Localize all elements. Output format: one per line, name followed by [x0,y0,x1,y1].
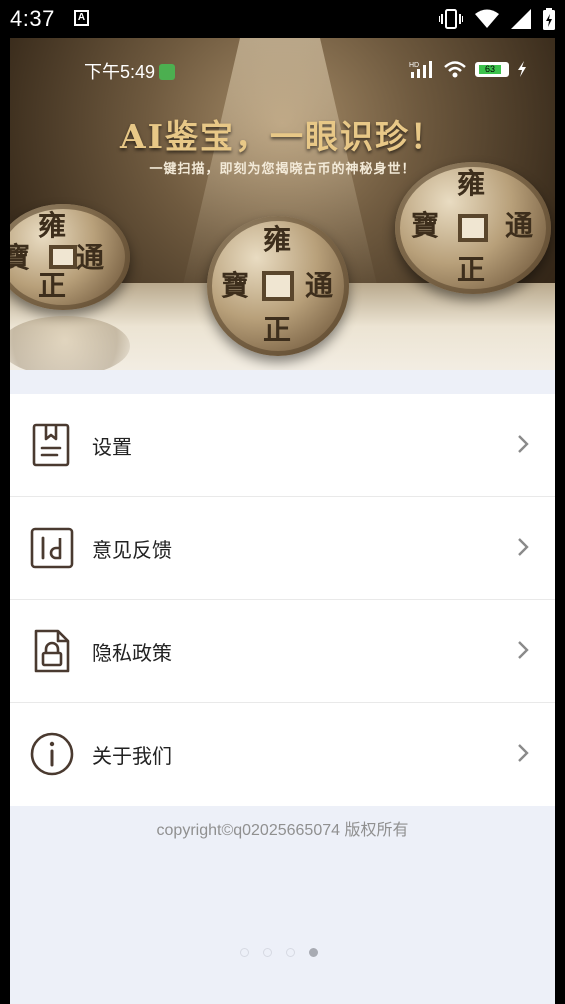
feedback-icon [30,527,74,569]
battery-level: 63 [479,64,501,74]
coin-image-center: 雍 正 通 寶 [207,216,349,356]
banner-time-text: 下午5:49 [84,62,156,82]
menu-item-label: 意见反馈 [92,538,172,562]
chevron-right-icon [518,435,529,453]
menu-item-settings[interactable]: 设置 [10,394,555,497]
wifi-icon [475,9,499,28]
banner-status-indicators: HD 63 [409,60,527,78]
banner-divider [10,370,555,394]
banner-headline: AI鉴宝，一眼识珍！ [119,117,446,156]
menu-item-label: 关于我们 [92,744,172,768]
app-screen: 下午5:49 HD 63 AI鉴宝，一眼识珍！ 一键扫描，即刻为您揭晓古币的神秘… [10,38,555,1004]
menu-item-about[interactable]: 关于我们 [10,703,555,806]
menu-item-privacy[interactable]: 隐私政策 [10,600,555,703]
menu-item-feedback[interactable]: 意见反馈 [10,497,555,600]
app-notification-icon: A [74,10,89,26]
hd-badge: HD [409,62,419,69]
coin-char-top: 雍 [457,167,486,200]
coin-char-top: 雍 [38,209,67,242]
system-time: 4:37 [10,6,55,31]
coin-char-top: 雍 [263,223,292,256]
copyright-text: copyright©q02025665074 版权所有 [156,822,409,839]
menu-item-label: 设置 [92,435,132,459]
coin-char-left: 寶 [10,241,31,274]
banner-status-time: 下午5:49 [84,58,176,84]
coin-char-right: 通 [305,269,334,302]
privacy-lock-icon [34,629,70,673]
banner-wifi-icon [444,61,466,78]
chevron-right-icon [518,538,529,556]
page-dot[interactable] [263,948,272,957]
signal-bars-icon: HD [409,61,432,78]
system-status-bar: 4:37 A [0,0,565,38]
coin-char-bottom: 正 [263,313,292,346]
settings-book-icon [32,423,70,467]
chevron-right-icon [518,641,529,659]
signal-icon [511,9,531,29]
page-dot[interactable] [240,948,249,957]
menu-item-label: 隐私政策 [92,641,172,665]
coin-char-bottom: 正 [457,253,486,286]
coin-image-right: 雍 正 通 寶 [395,162,551,294]
menu-list: 设置 意见反馈 隐私政策 关于我们 [10,394,555,806]
page-dot-active[interactable] [309,948,318,957]
charging-bolt-icon [518,61,526,77]
coin-char-right: 通 [76,241,105,274]
page-dot[interactable] [286,948,295,957]
system-indicators [439,8,555,30]
info-icon [30,732,74,776]
coin-char-right: 通 [505,209,534,242]
vibrate-icon [439,9,463,29]
promo-banner[interactable]: 下午5:49 HD 63 AI鉴宝，一眼识珍！ 一键扫描，即刻为您揭晓古币的神秘… [10,38,555,380]
battery-charging-icon [543,8,555,30]
coin-char-bottom: 正 [38,269,67,302]
alarm-icon [159,64,176,80]
page-indicator [240,948,318,957]
coin-char-left: 寶 [221,269,250,302]
banner-battery-icon: 63 [475,61,509,77]
chevron-right-icon [518,744,529,762]
coin-char-left: 寶 [411,209,440,242]
